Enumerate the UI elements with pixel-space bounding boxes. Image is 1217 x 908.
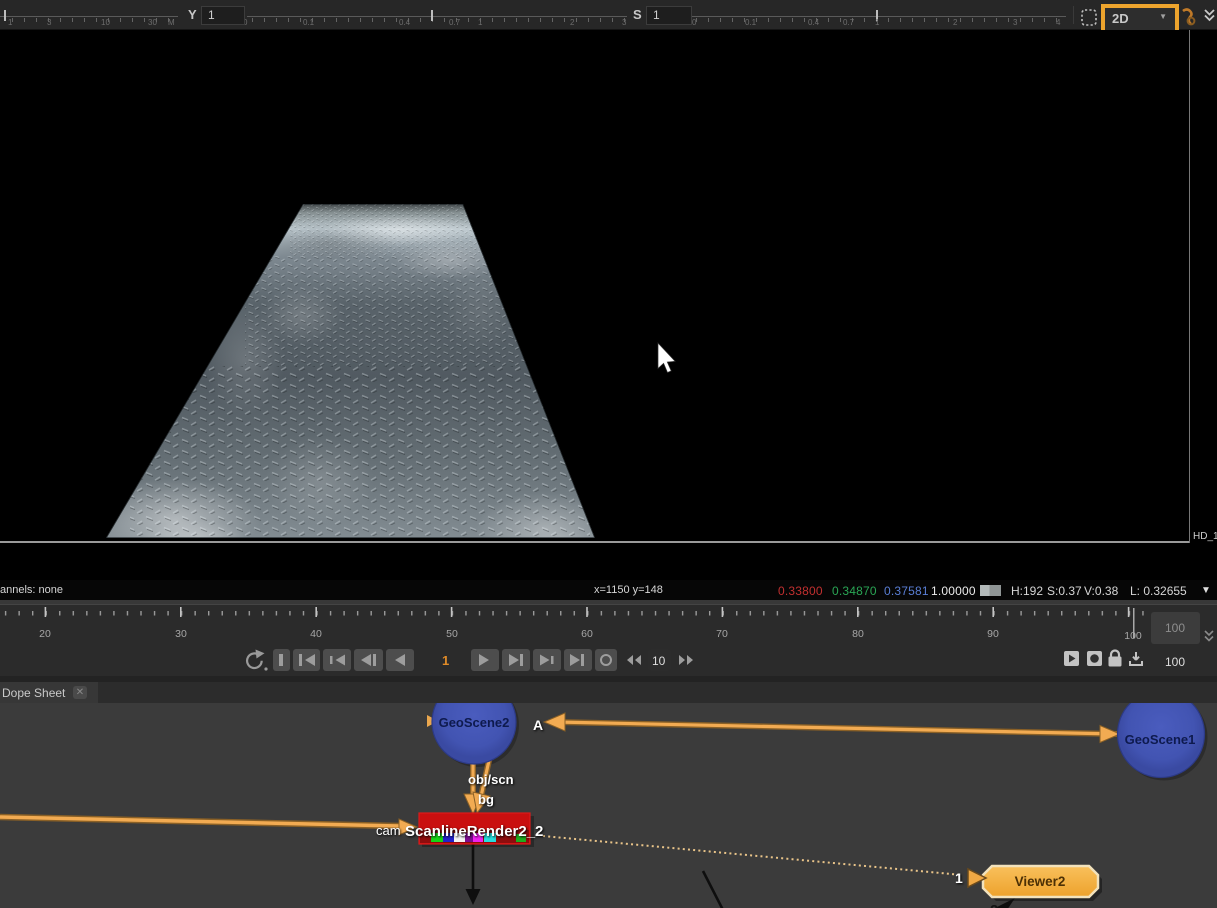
svg-text:Viewer2: Viewer2 bbox=[1015, 874, 1066, 889]
svg-text:2: 2 bbox=[953, 18, 958, 27]
svg-text:1: 1 bbox=[8, 18, 13, 27]
svg-text:10: 10 bbox=[101, 18, 110, 27]
svg-text:10: 10 bbox=[652, 654, 666, 668]
svg-text:3: 3 bbox=[622, 18, 627, 27]
svg-text:cam: cam bbox=[376, 823, 401, 838]
svg-text:0: 0 bbox=[692, 18, 697, 27]
svg-text:2: 2 bbox=[570, 18, 575, 27]
svg-text:GeoScene1: GeoScene1 bbox=[1125, 732, 1196, 747]
svg-text:0.7: 0.7 bbox=[843, 18, 855, 27]
svg-text:0.4: 0.4 bbox=[399, 18, 411, 27]
svg-text:1: 1 bbox=[955, 870, 963, 886]
svg-text:0.1: 0.1 bbox=[303, 18, 315, 27]
svg-text:3: 3 bbox=[1013, 18, 1018, 27]
svg-text:HD_1: HD_1 bbox=[1193, 531, 1217, 542]
svg-text:M: M bbox=[168, 18, 175, 27]
svg-text:1: 1 bbox=[478, 18, 483, 27]
svg-text:3: 3 bbox=[47, 18, 52, 27]
svg-text:1: 1 bbox=[875, 18, 880, 27]
svg-text:1: 1 bbox=[442, 653, 449, 668]
svg-text:GeoScene2: GeoScene2 bbox=[439, 715, 510, 730]
svg-text:A: A bbox=[533, 717, 543, 733]
svg-text:30: 30 bbox=[148, 18, 157, 27]
svg-text:2: 2 bbox=[990, 902, 998, 908]
svg-text:ScanlineRender2_2: ScanlineRender2_2 bbox=[405, 823, 543, 840]
svg-text:0.4: 0.4 bbox=[808, 18, 820, 27]
svg-text:bg: bg bbox=[478, 792, 494, 807]
svg-text:obj/scn: obj/scn bbox=[468, 772, 514, 787]
svg-text:0.7: 0.7 bbox=[449, 18, 461, 27]
svg-text:0.1: 0.1 bbox=[745, 18, 757, 27]
svg-text:4: 4 bbox=[1056, 18, 1061, 27]
